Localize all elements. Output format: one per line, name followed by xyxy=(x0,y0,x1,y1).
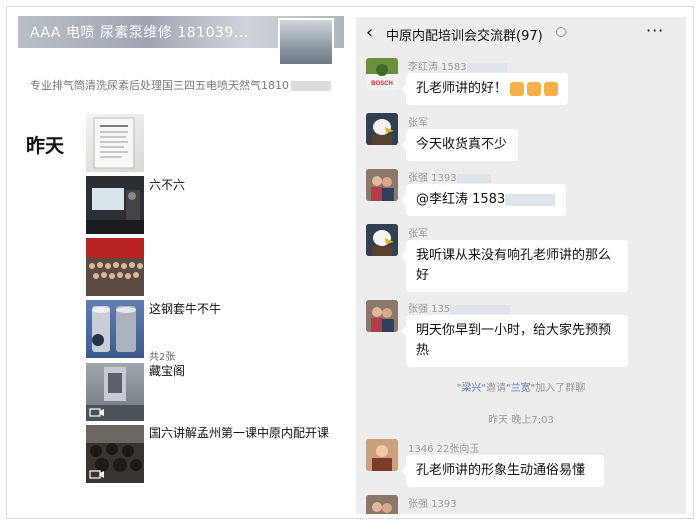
avatar[interactable] xyxy=(366,224,398,256)
chat-panel: ‹ 中原内配培训会交流群(97) ··· BOSCH 李红涛 1583 孔老师讲… xyxy=(356,17,686,514)
sender-name: 张强 135 xyxy=(408,300,511,315)
post-thumbnail[interactable] xyxy=(86,300,144,358)
message-bubble[interactable]: 今天收货真不少 xyxy=(401,129,518,161)
thumbs-up-icon xyxy=(527,81,542,96)
couple-avatar-icon xyxy=(366,300,398,332)
thumbs-up-icon xyxy=(510,81,525,96)
eagle-avatar-icon xyxy=(366,224,398,256)
person-avatar-icon xyxy=(366,439,398,471)
post-thumbnail[interactable] xyxy=(86,114,144,172)
workshop-photo-icon xyxy=(86,367,144,421)
message-bubble[interactable]: 我听课从来没有响孔老师讲的那么好 xyxy=(401,240,628,292)
message-bubble[interactable]: 明天你早到一小时，给大家先预预热 xyxy=(401,315,628,367)
post-caption: 六不六 xyxy=(149,178,186,192)
chat-title: 中原内配培训会交流群(97) xyxy=(386,29,543,44)
post-caption: 国六讲解孟州第一课中原内配开课 xyxy=(149,426,330,440)
bosch-logo-icon: BOSCH xyxy=(366,58,398,90)
chat-header: ‹ 中原内配培训会交流群(97) ··· xyxy=(356,17,686,49)
sender-name: 1346 22张向玉 xyxy=(408,444,480,455)
svg-text:BOSCH: BOSCH xyxy=(371,81,393,87)
sender-name: 张强 1393 xyxy=(408,499,457,510)
post-thumbnail[interactable] xyxy=(86,363,144,421)
lecture-photo-icon xyxy=(86,188,144,234)
day-label: 昨天 xyxy=(26,135,65,157)
more-options-icon[interactable]: ··· xyxy=(646,21,664,40)
back-arrow-icon[interactable]: ‹ xyxy=(366,22,373,43)
thumbs-up-icon xyxy=(544,81,559,96)
avatar[interactable] xyxy=(366,113,398,145)
moments-panel: AAA 电喷 尿素泵维修 181039... 专业排气筒清洗尿素后处理国三四五电… xyxy=(16,16,348,514)
avatar[interactable] xyxy=(366,495,398,514)
avatar[interactable]: BOSCH xyxy=(366,58,398,90)
couple-avatar-icon xyxy=(366,495,398,514)
system-notice: "梁兴"邀请"兰宽"加入了群聊 xyxy=(456,383,586,394)
cylinder-liner-photo-icon xyxy=(92,306,136,352)
post-thumbnail[interactable] xyxy=(86,238,144,296)
post-thumbnail[interactable] xyxy=(86,425,144,483)
cover-title: AAA 电喷 尿素泵维修 181039... xyxy=(30,25,249,41)
redacted-block xyxy=(450,304,511,314)
post-thumbnail[interactable] xyxy=(86,176,144,234)
avatar[interactable] xyxy=(366,300,398,332)
message-bubble[interactable]: @李红涛 1583 xyxy=(401,184,566,216)
redacted-block xyxy=(466,62,507,72)
redacted-block xyxy=(291,81,331,91)
message-bubble[interactable]: 孔老师讲的好！ xyxy=(401,73,568,105)
group-photo-icon xyxy=(86,238,144,296)
couple-avatar-icon xyxy=(366,169,398,201)
document-photo-icon xyxy=(93,117,135,169)
timestamp: 昨天 晚上7:03 xyxy=(488,415,554,426)
mute-icon xyxy=(556,27,566,37)
redacted-block xyxy=(505,193,556,206)
profile-avatar[interactable] xyxy=(278,18,334,66)
classroom-video-icon xyxy=(86,425,144,479)
eagle-avatar-icon xyxy=(366,113,398,145)
avatar[interactable] xyxy=(366,439,398,471)
sender-name: 张军 xyxy=(408,229,428,240)
sender-name: 张强 1393 xyxy=(408,169,491,184)
post-caption: 这钢套牛不牛 xyxy=(149,302,222,316)
profile-signature: 专业排气筒清洗尿素后处理国三四五电喷天然气1810 xyxy=(30,77,331,93)
message-bubble[interactable]: 孔老师讲的形象生动通俗易懂 xyxy=(401,455,604,487)
sender-name: 张军 xyxy=(408,118,428,129)
post-caption: 藏宝阁 xyxy=(149,364,186,378)
avatar[interactable] xyxy=(366,169,398,201)
sender-name: 李红涛 1583 xyxy=(408,58,507,73)
photo-count: 共2张 xyxy=(149,352,176,363)
redacted-block xyxy=(456,173,491,183)
